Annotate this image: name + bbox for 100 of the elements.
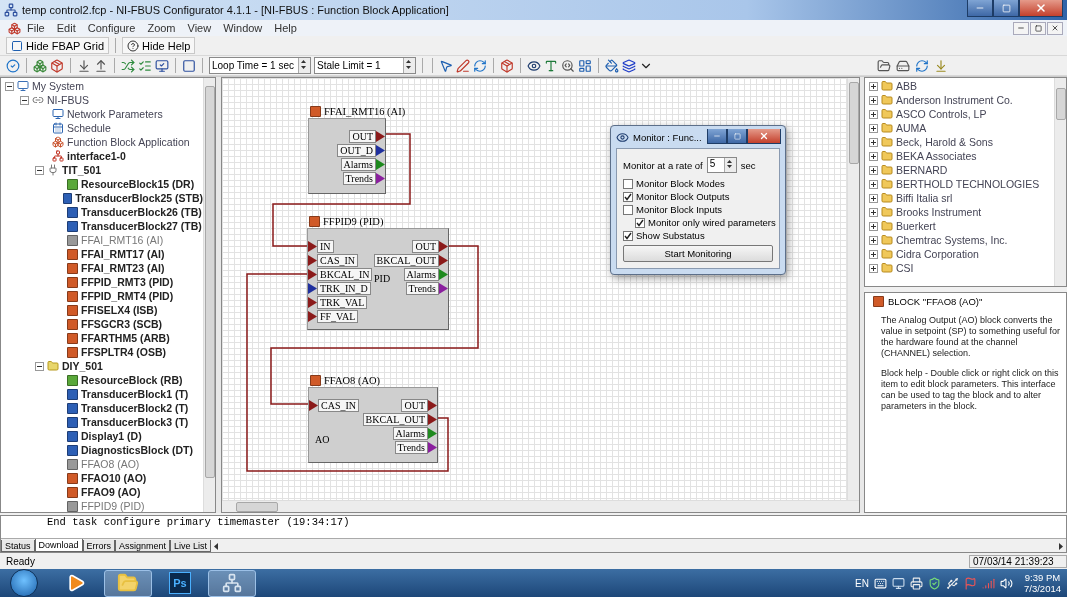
stop-icon[interactable] — [182, 58, 196, 73]
tree-item[interactable]: NI-FBUS — [47, 94, 89, 106]
tree-item[interactable]: FFAI_RMT16 (AI) — [81, 234, 164, 246]
tree-item[interactable]: DiagnosticsBlock (DT) — [81, 444, 193, 456]
expand-toggle[interactable] — [869, 151, 878, 161]
tree-item[interactable]: FFAI_RMT23 (AI) — [81, 262, 165, 274]
collapse-toggle[interactable] — [5, 81, 14, 91]
tree-item[interactable]: FFSGCR3 (SCB) — [81, 318, 163, 330]
menu-item[interactable]: Configure — [81, 22, 142, 34]
tree-item[interactable]: FFPID9 (PID) — [81, 500, 145, 512]
tab[interactable]: Assignment — [115, 540, 171, 552]
tree-item[interactable]: TransducerBlock3 (T) — [81, 416, 189, 428]
drive-icon[interactable] — [896, 58, 910, 73]
language-indicator[interactable]: EN — [855, 577, 869, 589]
scroll-right-icon[interactable] — [1056, 541, 1066, 552]
maximize-button[interactable] — [993, 0, 1019, 17]
tree-item[interactable]: Anderson Instrument Co. — [896, 94, 1013, 106]
blocks-icon[interactable] — [33, 58, 47, 73]
tree-item[interactable]: TransducerBlock27 (TB) — [81, 220, 202, 232]
layout-icon[interactable] — [578, 58, 592, 73]
expand-toggle[interactable] — [869, 109, 878, 119]
keyboard-icon[interactable] — [874, 576, 887, 590]
checkbox[interactable] — [635, 217, 645, 228]
scrollbar[interactable] — [847, 78, 859, 500]
maximize-button[interactable] — [727, 129, 747, 144]
checkbox[interactable] — [623, 204, 633, 215]
upload-icon[interactable] — [94, 58, 108, 73]
start-button[interactable] — [10, 569, 38, 597]
expand-toggle[interactable] — [869, 95, 878, 105]
menu-item[interactable]: View — [181, 22, 218, 34]
paint-bucket-icon[interactable] — [605, 58, 619, 73]
scrollbar[interactable] — [222, 500, 859, 512]
monitor-icon[interactable] — [155, 58, 169, 73]
checkbox[interactable] — [623, 230, 633, 241]
eye-icon[interactable] — [527, 58, 541, 73]
package-icon[interactable] — [50, 58, 64, 73]
tree-item[interactable]: Cidra Corporation — [896, 248, 979, 260]
collapse-toggle[interactable] — [35, 361, 44, 371]
function-block[interactable]: CAS_IN OUT BKCAL_OUT Alarms Trends AO — [308, 387, 438, 463]
shuffle-icon[interactable] — [121, 58, 135, 73]
tab[interactable]: Status — [1, 540, 35, 552]
spin-arrows-icon[interactable] — [724, 158, 734, 170]
tree-item[interactable]: TransducerBlock25 (STB) — [75, 192, 203, 204]
stale-limit-field[interactable]: Stale Limit = 1 — [314, 57, 416, 74]
refresh-icon[interactable] — [473, 58, 487, 73]
close-button[interactable] — [1019, 0, 1063, 17]
tree-item[interactable]: FFSPLTR4 (OSB) — [81, 346, 166, 358]
tree-item[interactable]: FFARTHM5 (ARB) — [81, 332, 170, 344]
tree-item[interactable]: Chemtrac Systems, Inc. — [896, 234, 1008, 246]
tree-item[interactable]: Beck, Harold & Sons — [896, 136, 993, 148]
pen-icon[interactable] — [456, 58, 470, 73]
close-button[interactable] — [747, 129, 781, 144]
search-icon[interactable] — [561, 58, 575, 73]
tree-item[interactable]: interface1-0 — [67, 150, 126, 162]
tree-item[interactable]: FFAI_RMT17 (AI) — [81, 248, 165, 260]
expand-toggle[interactable] — [869, 193, 878, 203]
folder-icon[interactable] — [877, 58, 891, 73]
menu-item[interactable]: File — [21, 22, 51, 34]
tree-item[interactable]: TransducerBlock1 (T) — [81, 388, 189, 400]
tree-item[interactable]: ResourceBlock (RB) — [81, 374, 183, 386]
tree-item[interactable]: ResourceBlock15 (DR) — [81, 178, 195, 190]
menu-item[interactable]: Zoom — [141, 22, 182, 34]
shield-icon[interactable] — [928, 576, 941, 590]
tree-item[interactable]: Schedule — [67, 122, 111, 134]
scrollbar[interactable] — [203, 78, 215, 512]
pointer-icon[interactable] — [439, 58, 453, 73]
check-icon[interactable] — [6, 58, 20, 73]
block-title[interactable]: FFAI_RMT16 (AI) — [324, 105, 406, 117]
expand-toggle[interactable] — [869, 207, 878, 217]
refresh-icon[interactable] — [915, 58, 929, 73]
taskbar-app[interactable]: Ps — [156, 569, 204, 597]
expand-toggle[interactable] — [869, 81, 878, 91]
printer-icon[interactable] — [910, 576, 923, 590]
spin-arrows-icon[interactable] — [404, 58, 413, 71]
tree-item[interactable]: TransducerBlock2 (T) — [81, 402, 189, 414]
spin-arrows-icon[interactable] — [299, 58, 308, 71]
block-title[interactable]: FFPID9 (PID) — [323, 215, 384, 227]
rate-field[interactable]: 5 — [706, 157, 737, 173]
tab[interactable]: Errors — [82, 540, 116, 552]
tree-item[interactable]: Biffi Italia srl — [896, 192, 953, 204]
menu-item[interactable]: Window — [217, 22, 269, 34]
loop-time-field[interactable]: Loop Time = 1 sec — [209, 57, 311, 74]
folder-icon[interactable] — [117, 572, 139, 594]
tree-item[interactable]: Display1 (D) — [81, 430, 142, 442]
tree-item[interactable]: FFAO10 (AO) — [81, 472, 147, 484]
package-icon[interactable] — [500, 58, 514, 73]
expand-toggle[interactable] — [869, 263, 878, 273]
checklist-icon[interactable] — [138, 58, 152, 73]
tree-item[interactable]: FFPID_RMT4 (PID) — [81, 290, 174, 302]
checkbox[interactable] — [623, 191, 633, 202]
minimize-button[interactable] — [967, 0, 993, 17]
tree-item[interactable]: ASCO Controls, LP — [896, 108, 987, 120]
close-button[interactable] — [1047, 21, 1063, 35]
monitor-icon[interactable] — [892, 576, 905, 590]
menu-item[interactable]: Help — [268, 22, 303, 34]
tree-item[interactable]: FFPID_RMT3 (PID) — [81, 276, 174, 288]
tree-item[interactable]: Buerkert — [896, 220, 936, 232]
expand-toggle[interactable] — [869, 123, 878, 133]
tree-item[interactable]: My System — [32, 80, 84, 92]
network-icon[interactable] — [222, 573, 242, 593]
